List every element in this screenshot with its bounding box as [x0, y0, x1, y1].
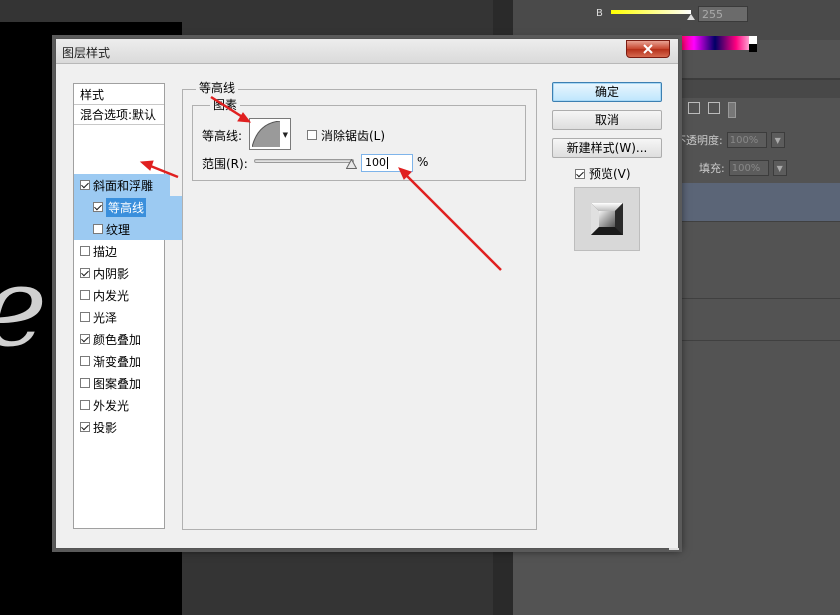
range-slider-thumb[interactable] [346, 159, 357, 169]
blending-options-item[interactable]: 混合选项:默认 [74, 104, 164, 125]
bevel-preview-icon [591, 203, 623, 235]
opacity-row: 不透明度: 100% ▼ [675, 132, 785, 148]
contour-picker[interactable]: ▼ [249, 118, 291, 150]
inner-shadow-label: 内阴影 [93, 266, 130, 281]
dialog-title: 图层样式 [62, 46, 111, 60]
satin-checkbox[interactable] [80, 312, 90, 322]
chevron-down-icon[interactable]: ▼ [283, 131, 288, 139]
contour-label: 等高线: [202, 129, 243, 143]
style-item-texture[interactable]: 纹理 [74, 218, 183, 240]
range-value-text: 100 [365, 156, 386, 169]
contour-group-title: 等高线 [196, 79, 239, 96]
filter-toggle-switch[interactable] [727, 102, 736, 118]
outer-glow-label: 外发光 [93, 398, 130, 413]
style-preview-thumbnail [574, 187, 640, 251]
style-item-gradient-overlay[interactable]: 渐变叠加 [74, 350, 170, 372]
gradient-overlay-label: 渐变叠加 [93, 354, 142, 369]
gradient-overlay-checkbox[interactable] [80, 356, 90, 366]
preview-checkbox[interactable] [575, 169, 585, 179]
drop-shadow-label: 投影 [93, 420, 118, 435]
shape-layer-filter-icon[interactable] [687, 102, 700, 114]
styles-list: 样式 混合选项:默认 斜面和浮雕 等高线 纹理 描边 内阴影 内发光 光泽 颜色… [73, 83, 183, 529]
style-item-inner-shadow[interactable]: 内阴影 [74, 262, 170, 284]
fill-label: 填充: [699, 162, 725, 175]
styles-header-label: 样式 [80, 88, 105, 102]
b-channel-value-field[interactable]: 255 [698, 6, 748, 22]
color-overlay-checkbox[interactable] [80, 334, 90, 344]
range-label: 范围(R): [202, 157, 248, 171]
range-value-input[interactable]: 100 [361, 154, 413, 172]
canvas-text-glyph: e [0, 252, 47, 362]
style-item-drop-shadow[interactable]: 投影 [74, 416, 170, 438]
layer-filter-toolbar: T [673, 102, 736, 118]
blending-options-label: 混合选项:默认 [80, 108, 157, 122]
bevel-emboss-checkbox[interactable] [80, 180, 90, 190]
anti-alias-checkbox[interactable] [307, 130, 317, 140]
b-channel-slider-thumb[interactable] [687, 14, 695, 20]
style-item-inner-glow[interactable]: 内发光 [74, 284, 170, 306]
style-item-color-overlay[interactable]: 颜色叠加 [74, 328, 170, 350]
opacity-dropdown-icon[interactable]: ▼ [770, 132, 785, 148]
pattern-overlay-checkbox[interactable] [80, 378, 90, 388]
style-item-pattern-overlay[interactable]: 图案叠加 [74, 372, 170, 394]
color-overlay-label: 颜色叠加 [93, 332, 142, 347]
text-caret [387, 157, 388, 169]
range-slider-track[interactable] [254, 159, 354, 163]
smart-object-filter-icon[interactable] [707, 102, 720, 114]
resize-grip[interactable] [669, 548, 679, 550]
b-channel-slider[interactable] [611, 10, 691, 14]
black-swatch[interactable] [749, 44, 757, 52]
white-swatch[interactable] [749, 36, 757, 44]
ok-button[interactable]: 确定 [552, 82, 662, 102]
anti-alias-label: 消除锯齿(L) [321, 129, 386, 143]
opacity-field[interactable]: 100% [726, 132, 767, 148]
pattern-overlay-label: 图案叠加 [93, 376, 142, 391]
inner-glow-checkbox[interactable] [80, 290, 90, 300]
style-item-contour[interactable]: 等高线 [74, 196, 183, 218]
contour-item-label: 等高线 [106, 197, 147, 217]
b-channel-label: B [596, 8, 603, 19]
close-button[interactable] [626, 40, 670, 58]
style-item-outer-glow[interactable]: 外发光 [74, 394, 170, 416]
contour-checkbox[interactable] [93, 202, 103, 212]
close-icon [643, 44, 653, 54]
dialog-titlebar[interactable]: 图层样式 [56, 39, 678, 64]
style-item-satin[interactable]: 光泽 [74, 306, 170, 328]
new-style-button[interactable]: 新建样式(W)... [552, 138, 662, 158]
range-unit: % [417, 155, 429, 169]
elements-group-title: 图素 [210, 96, 241, 113]
inner-glow-label: 内发光 [93, 288, 130, 303]
fill-dropdown-icon[interactable]: ▼ [772, 160, 787, 176]
fill-row: 填充: 100% ▼ [699, 160, 787, 176]
opacity-label: 不透明度: [675, 134, 723, 147]
color-spectrum-bar[interactable] [673, 36, 757, 50]
stroke-checkbox[interactable] [80, 246, 90, 256]
outer-glow-checkbox[interactable] [80, 400, 90, 410]
style-item-bevel-emboss[interactable]: 斜面和浮雕 [74, 174, 170, 196]
layer-style-dialog: 图层样式 样式 混合选项:默认 斜面和浮雕 等高线 纹理 描边 内阴影 内发光 … [55, 38, 679, 550]
texture-label: 纹理 [106, 222, 131, 237]
drop-shadow-checkbox[interactable] [80, 422, 90, 432]
contour-curve-icon [252, 121, 280, 147]
fill-field[interactable]: 100% [728, 160, 769, 176]
cancel-button[interactable]: 取消 [552, 110, 662, 130]
satin-label: 光泽 [93, 310, 118, 325]
stroke-label: 描边 [93, 244, 118, 259]
texture-checkbox[interactable] [93, 224, 103, 234]
color-panel: B 255 [513, 0, 840, 40]
style-item-stroke[interactable]: 描边 [74, 240, 170, 262]
inner-shadow-checkbox[interactable] [80, 268, 90, 278]
preview-label: 预览(V) [589, 167, 631, 181]
bevel-emboss-label: 斜面和浮雕 [93, 178, 154, 193]
styles-header[interactable]: 样式 [74, 84, 164, 105]
